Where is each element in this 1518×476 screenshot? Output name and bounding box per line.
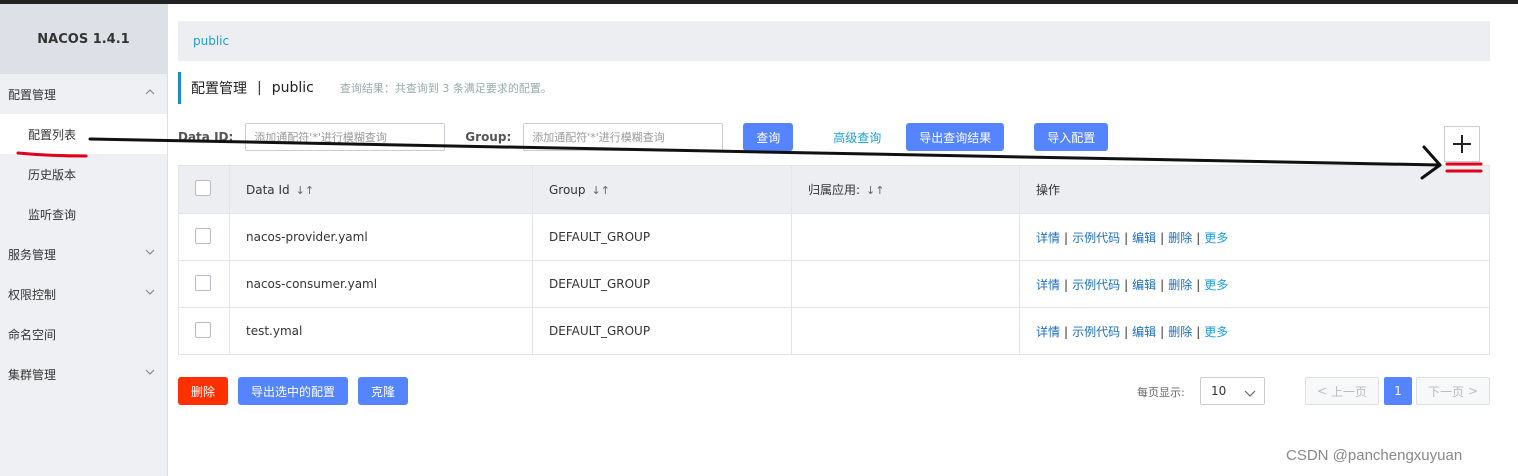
column-header-group[interactable]: Group ↓↑ <box>532 165 792 214</box>
cell-app <box>791 307 1020 355</box>
import-config-button[interactable]: 导入配置 <box>1034 123 1109 151</box>
query-result-hint: 查询结果：共查询到 3 条满足要求的配置。 <box>339 82 552 95</box>
more-link[interactable]: 更多 <box>1204 278 1228 292</box>
group-label: Group: <box>465 130 512 144</box>
sidebar-item-label: 权限控制 <box>8 287 57 302</box>
chevron-left-icon: < <box>1316 384 1328 398</box>
prev-page-button[interactable]: < 上一页 <box>1305 377 1379 405</box>
cell-dataid: nacos-provider.yaml <box>229 213 533 261</box>
chevron-down-icon <box>145 367 157 379</box>
plus-icon <box>1453 135 1471 153</box>
chevron-right-icon: > <box>1467 384 1479 398</box>
table-row: nacos-consumer.yaml DEFAULT_GROUP 详情 | 示例代… <box>178 260 1490 308</box>
cell-actions: 详情 | 示例代码 | 编辑 | 删除 | 更多 <box>1019 213 1490 261</box>
select-all-cell <box>178 165 230 214</box>
delete-link[interactable]: 删除 <box>1168 278 1192 292</box>
title-separator: | <box>257 80 262 96</box>
sort-icon[interactable]: ↓↑ <box>296 184 314 197</box>
export-results-button[interactable]: 导出查询结果 <box>906 123 1005 151</box>
sidebar-item-label: 监听查询 <box>28 207 77 222</box>
cell-group: DEFAULT_GROUP <box>532 213 792 261</box>
page-number-button[interactable]: 1 <box>1384 377 1412 405</box>
sidebar-item-service-management[interactable]: 服务管理 <box>0 234 167 274</box>
chevron-up-icon <box>145 87 157 99</box>
table-header-row: Data Id ↓↑ Group ↓↑ 归属应用: ↓↑ 操作 <box>178 165 1490 214</box>
more-link[interactable]: 更多 <box>1204 325 1228 339</box>
detail-link[interactable]: 详情 <box>1036 325 1060 339</box>
next-page-button[interactable]: 下一页 > <box>1416 377 1490 405</box>
detail-link[interactable]: 详情 <box>1036 231 1060 245</box>
sample-code-link[interactable]: 示例代码 <box>1072 325 1120 339</box>
more-link[interactable]: 更多 <box>1204 231 1228 245</box>
sort-icon[interactable]: ↓↑ <box>866 184 884 197</box>
edit-link[interactable]: 编辑 <box>1132 325 1156 339</box>
sidebar-item-label: 配置管理 <box>8 87 57 102</box>
watermark: CSDN @panchengxuyuan <box>1286 447 1463 464</box>
page-size-label: 每页显示: <box>1137 386 1185 399</box>
detail-link[interactable]: 详情 <box>1036 278 1060 292</box>
sidebar-item-history[interactable]: 历史版本 <box>0 154 167 194</box>
dataid-input[interactable]: 添加通配符'*'进行模糊查询 <box>245 123 446 151</box>
sort-icon[interactable]: ↓↑ <box>592 184 610 197</box>
brand-logo: NACOS 1.4.1 <box>0 4 167 74</box>
sidebar-item-config-list[interactable]: 配置列表 <box>0 114 167 154</box>
advanced-query-link[interactable]: 高级查询 <box>833 129 881 146</box>
breadcrumb-namespace[interactable]: public <box>193 34 229 48</box>
select-all-checkbox[interactable] <box>195 180 211 196</box>
page-title: 配置管理 | public 查询结果：共查询到 3 条满足要求的配置。 <box>178 72 552 104</box>
query-button[interactable]: 查询 <box>743 123 794 151</box>
sidebar: NACOS 1.4.1 配置管理 配置列表 历史版本 监听查询 服务管理 权限控… <box>0 4 168 476</box>
edit-link[interactable]: 编辑 <box>1132 231 1156 245</box>
column-header-actions: 操作 <box>1019 165 1490 214</box>
sidebar-item-access-control[interactable]: 权限控制 <box>0 274 167 314</box>
add-config-button[interactable] <box>1444 126 1480 162</box>
cell-app <box>791 213 1020 261</box>
table-footer: 删除 导出选中的配置 克隆 每页显示: 10 < 上一页 1 下一页 > <box>178 377 1490 405</box>
chevron-down-icon <box>1244 387 1256 401</box>
main-content: public 配置管理 | public 查询结果：共查询到 3 条满足要求的配… <box>178 4 1490 476</box>
sample-code-link[interactable]: 示例代码 <box>1072 278 1120 292</box>
sidebar-item-cluster-management[interactable]: 集群管理 <box>0 354 167 394</box>
filter-bar: Data ID: 添加通配符'*'进行模糊查询 Group: 添加通配符'*'进… <box>178 123 1109 151</box>
page-size-select[interactable]: 10 <box>1200 377 1265 405</box>
cell-actions: 详情 | 示例代码 | 编辑 | 删除 | 更多 <box>1019 307 1490 355</box>
config-table: Data Id ↓↑ Group ↓↑ 归属应用: ↓↑ 操作 nacos-provi… <box>178 165 1490 355</box>
column-header-app[interactable]: 归属应用: ↓↑ <box>791 165 1020 214</box>
sidebar-item-label: 集群管理 <box>8 367 57 382</box>
delete-link[interactable]: 删除 <box>1168 231 1192 245</box>
sample-code-link[interactable]: 示例代码 <box>1072 231 1120 245</box>
column-header-dataid[interactable]: Data Id ↓↑ <box>229 165 533 214</box>
cell-app <box>791 260 1020 308</box>
sidebar-item-label: 服务管理 <box>8 247 57 262</box>
page-title-text: 配置管理 <box>191 81 247 97</box>
row-checkbox[interactable] <box>195 227 211 244</box>
chevron-down-icon <box>145 287 157 299</box>
delete-link[interactable]: 删除 <box>1168 325 1192 339</box>
chevron-down-icon <box>145 247 157 259</box>
cell-actions: 详情 | 示例代码 | 编辑 | 删除 | 更多 <box>1019 260 1490 308</box>
cell-group: DEFAULT_GROUP <box>532 260 792 308</box>
clone-button[interactable]: 克隆 <box>358 377 408 405</box>
edit-link[interactable]: 编辑 <box>1132 278 1156 292</box>
sidebar-item-listener-query[interactable]: 监听查询 <box>0 194 167 234</box>
sidebar-item-label: 命名空间 <box>8 327 57 342</box>
sidebar-item-label: 配置列表 <box>28 127 77 142</box>
batch-delete-button[interactable]: 删除 <box>178 377 228 405</box>
export-selected-button[interactable]: 导出选中的配置 <box>238 377 348 405</box>
table-row: test.ymal DEFAULT_GROUP 详情 | 示例代码 | 编辑 | 删除 | 更多 <box>178 307 1490 355</box>
sidebar-item-label: 历史版本 <box>28 167 77 182</box>
row-checkbox[interactable] <box>195 274 211 291</box>
sidebar-item-config-management[interactable]: 配置管理 <box>0 74 167 114</box>
breadcrumb: public <box>178 21 1490 61</box>
dataid-label: Data ID: <box>178 130 234 144</box>
namespace-name: public <box>271 80 314 96</box>
cell-dataid: test.ymal <box>229 307 533 355</box>
sidebar-item-namespace[interactable]: 命名空间 <box>0 314 167 354</box>
group-input[interactable]: 添加通配符'*'进行模糊查询 <box>523 123 724 151</box>
cell-dataid: nacos-consumer.yaml <box>229 260 533 308</box>
cell-group: DEFAULT_GROUP <box>532 307 792 355</box>
table-row: nacos-provider.yaml DEFAULT_GROUP 详情 | 示例代… <box>178 213 1490 261</box>
row-checkbox[interactable] <box>195 321 211 338</box>
